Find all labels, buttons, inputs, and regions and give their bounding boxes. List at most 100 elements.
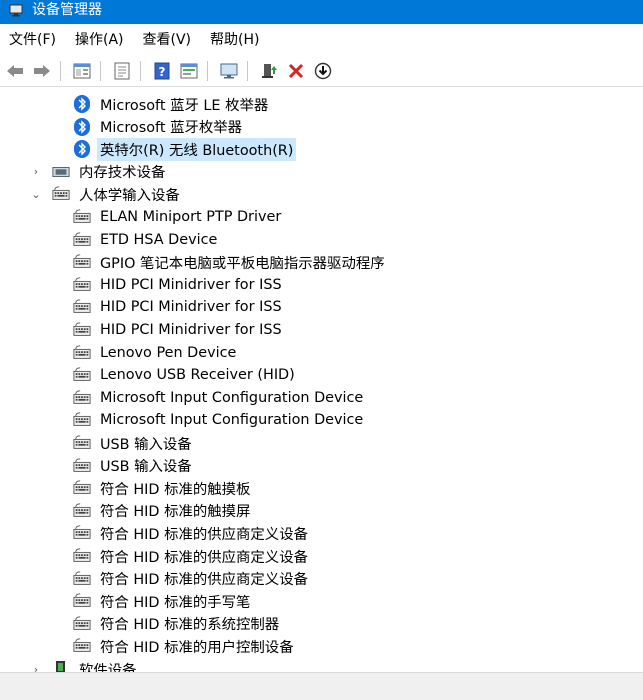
keyboard-icon	[73, 615, 91, 633]
tree-item-hid[interactable]: USB 输入设备	[73, 455, 195, 477]
tree-item-hid[interactable]: Microsoft Input Configuration Device	[73, 409, 366, 431]
keyboard-icon	[73, 276, 91, 294]
tree-item-label: Lenovo USB Receiver (HID)	[100, 367, 295, 384]
menu-bar: 文件(F) 操作(A) 查看(V) 帮助(H)	[0, 24, 643, 54]
keyboard-icon	[52, 185, 70, 203]
properties-icon	[73, 63, 91, 79]
toolbar: ?	[0, 56, 643, 87]
keyboard-icon	[73, 524, 91, 542]
keyboard-icon	[73, 321, 91, 339]
keyboard-icon	[73, 592, 91, 610]
tree-item-hid[interactable]: 符合 HID 标准的用户控制设备	[73, 635, 297, 657]
tree-item-hid[interactable]: 符合 HID 标准的供应商定义设备	[73, 568, 311, 590]
menu-view[interactable]: 查看(V)	[134, 29, 202, 49]
tree-item-label: Lenovo Pen Device	[100, 344, 237, 361]
tree-item-hid[interactable]: GPIO 笔记本电脑或平板电脑指示器驱动程序	[73, 251, 388, 273]
tree-item-hid[interactable]: 符合 HID 标准的触摸板	[73, 477, 253, 499]
keyboard-icon	[73, 344, 91, 362]
tree-item-label: Microsoft 蓝牙 LE 枚举器	[100, 97, 269, 114]
keyboard-icon	[73, 547, 91, 565]
toolbar-separator	[140, 61, 141, 81]
tree-item-label: Microsoft Input Configuration Device	[100, 412, 364, 429]
svg-text:?: ?	[159, 65, 166, 79]
tree-item-label: 符合 HID 标准的用户控制设备	[100, 639, 294, 656]
tree-item-label: 符合 HID 标准的手写笔	[100, 594, 251, 611]
keyboard-icon	[73, 570, 91, 588]
bluetooth-icon	[73, 95, 91, 113]
menu-file[interactable]: 文件(F)	[0, 29, 66, 49]
forward-icon	[34, 65, 50, 77]
tree-item-label: 符合 HID 标准的触摸板	[100, 481, 251, 498]
forward-button[interactable]	[30, 59, 54, 83]
tree-item-hid[interactable]: 符合 HID 标准的供应商定义设备	[73, 545, 311, 567]
tree-item-label: HID PCI Minidriver for ISS	[100, 299, 282, 316]
tree-item-label: GPIO 笔记本电脑或平板电脑指示器驱动程序	[100, 255, 385, 272]
keyboard-icon	[73, 298, 91, 316]
tree-item-bluetooth[interactable]: 英特尔(R) 无线 Bluetooth(R)	[73, 137, 297, 161]
device-manager-icon	[9, 4, 23, 17]
tree-item-label: 软件设备	[79, 662, 137, 673]
tree-item-label: 符合 HID 标准的供应商定义设备	[100, 549, 308, 566]
bluetooth-icon	[73, 117, 91, 136]
tree-item-hid[interactable]: 符合 HID 标准的系统控制器	[73, 613, 282, 635]
tree-item-hid[interactable]: HID PCI Minidriver for ISS	[73, 274, 285, 296]
tree-item-label: HID PCI Minidriver for ISS	[100, 276, 282, 293]
menu-help[interactable]: 帮助(H)	[201, 29, 269, 49]
tree-item-hid[interactable]: Lenovo Pen Device	[73, 342, 239, 364]
chevron-down-icon[interactable]: ⌄	[30, 188, 42, 201]
tree-category-hid[interactable]: ⌄ 人体学输入设备	[30, 183, 183, 205]
uninstall-button[interactable]	[284, 59, 308, 83]
view-button[interactable]	[177, 59, 201, 83]
toolbar-separator	[100, 61, 101, 81]
tree-item-label: ETD HSA Device	[100, 231, 218, 248]
tree-item-bluetooth[interactable]: Microsoft 蓝牙 LE 枚举器	[73, 93, 271, 115]
tree-item-hid[interactable]: 符合 HID 标准的供应商定义设备	[73, 522, 311, 544]
properties-button[interactable]	[70, 59, 94, 83]
toolbar-separator	[60, 61, 61, 81]
tree-item-hid[interactable]: HID PCI Minidriver for ISS	[73, 296, 285, 318]
keyboard-icon	[73, 457, 91, 475]
tree-item-label: 符合 HID 标准的触摸屏	[100, 504, 251, 521]
tree-item-hid[interactable]: 符合 HID 标准的手写笔	[73, 590, 253, 612]
tree-item-label: 内存技术设备	[79, 165, 166, 182]
keyboard-icon	[73, 434, 91, 452]
tree-item-label: ELAN Miniport PTP Driver	[100, 209, 282, 225]
tree-item-label: 符合 HID 标准的供应商定义设备	[100, 526, 308, 543]
tree-item-hid[interactable]: Lenovo USB Receiver (HID)	[73, 364, 298, 386]
update-list-button[interactable]	[110, 59, 134, 83]
back-button[interactable]	[3, 59, 27, 83]
uninstall-icon	[288, 63, 304, 79]
keyboard-icon	[73, 411, 91, 429]
chevron-right-icon[interactable]: ›	[30, 165, 42, 178]
tree-item-hid[interactable]: 符合 HID 标准的触摸屏	[73, 500, 253, 522]
tree-item-hid[interactable]: HID PCI Minidriver for ISS	[73, 319, 285, 341]
keyboard-icon	[73, 389, 91, 407]
tree-item-hid[interactable]: ELAN Miniport PTP Driver	[73, 206, 284, 228]
enable-button[interactable]	[311, 59, 335, 83]
tree-item-hid[interactable]: USB 输入设备	[73, 432, 195, 454]
memory-card-icon	[52, 163, 70, 181]
tree-item-bluetooth[interactable]: Microsoft 蓝牙枚举器	[73, 116, 245, 138]
keyboard-icon	[73, 231, 91, 249]
monitor-icon	[220, 63, 238, 79]
keyboard-icon	[73, 502, 91, 520]
scan-hardware-button[interactable]	[217, 59, 241, 83]
update-driver-button[interactable]	[257, 59, 281, 83]
tree-item-hid[interactable]: ETD HSA Device	[73, 229, 220, 251]
tree-item-label: HID PCI Minidriver for ISS	[100, 322, 282, 338]
chevron-right-icon[interactable]: ›	[30, 663, 42, 673]
keyboard-icon	[73, 479, 91, 497]
tree-item-label: USB 输入设备	[100, 459, 192, 476]
tree-item-hid[interactable]: Microsoft Input Configuration Device	[73, 387, 366, 409]
keyboard-icon	[73, 366, 91, 384]
download-icon	[314, 62, 332, 80]
tree-item-label: USB 输入设备	[100, 436, 192, 453]
tree-category-memory-technology[interactable]: › 内存技术设备	[30, 161, 168, 183]
help-button[interactable]: ?	[150, 59, 174, 83]
menu-action[interactable]: 操作(A)	[66, 29, 134, 49]
device-tree: Microsoft 蓝牙 LE 枚举器 Microsoft 蓝牙枚举器 英特尔(R)…	[0, 92, 643, 672]
back-icon	[7, 65, 23, 77]
tree-category-software-devices[interactable]: › 软件设备	[30, 658, 140, 672]
tree-item-label: 英特尔(R) 无线 Bluetooth(R)	[97, 137, 297, 161]
toolbar-separator	[247, 61, 248, 81]
